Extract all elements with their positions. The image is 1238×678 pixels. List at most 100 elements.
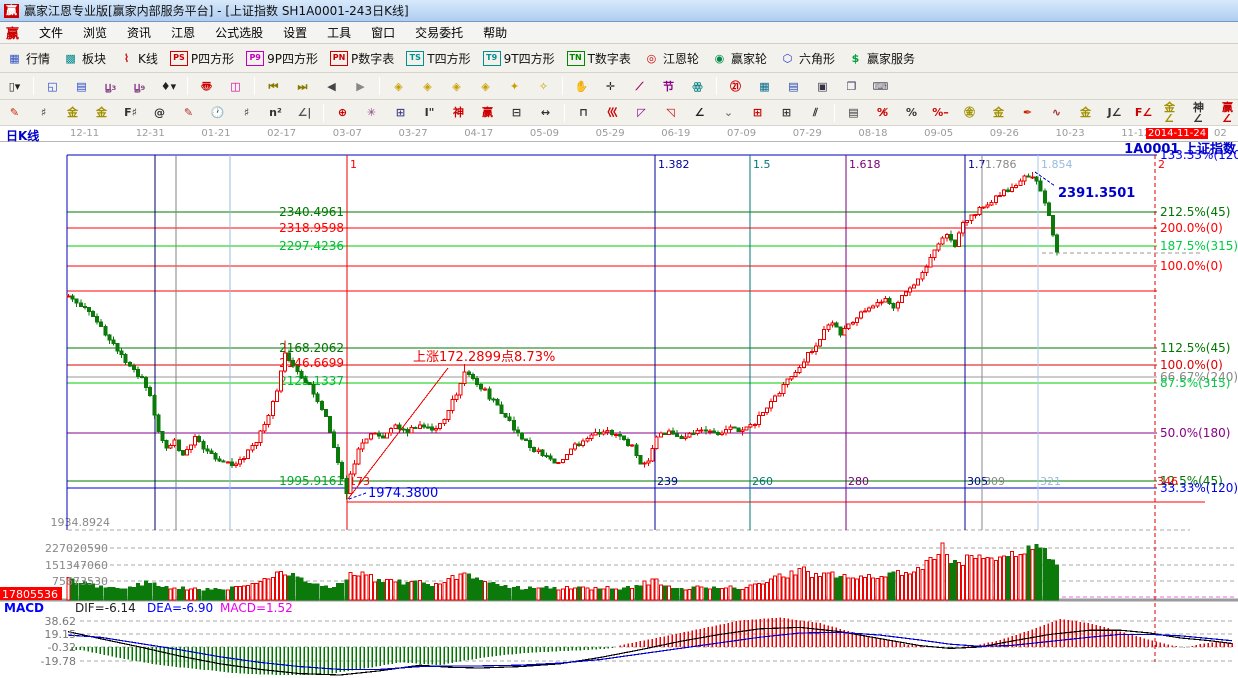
wave3-icon[interactable]: ꚏ₃ [96,76,125,97]
p-number-button[interactable]: PNP数字表 [324,47,400,70]
candle-style-dropdown[interactable]: ♦▾ [154,76,183,97]
percent-line-tool[interactable]: %– [926,102,955,123]
pattern-view-icon[interactable]: ◱ [38,76,67,97]
gold-hline-tool[interactable]: 金 [984,102,1013,123]
menu-item-8[interactable]: 交易委托 [405,21,473,44]
red-grid-tool[interactable]: ⊞ [743,102,772,123]
candle-body [373,433,376,434]
k-count-tool[interactable]: Ⅰ" [415,102,444,123]
menu-item-7[interactable]: 窗口 [361,21,405,44]
ruler-tool[interactable]: ♯ [232,102,261,123]
gann-wheel-button[interactable]: ◎江恩轮 [637,47,705,70]
parallel-lines-tool[interactable]: ⫽ [801,102,830,123]
j-angle-tool[interactable]: J∠ [1100,102,1129,123]
p-square-button[interactable]: PSP四方形 [164,47,240,70]
hexagon-button[interactable]: ⬡六角形 [773,47,841,70]
candle-body [921,272,924,279]
candle-body [345,478,348,493]
shift-left-diamond[interactable]: ◈ [384,76,413,97]
kline-button[interactable]: ⌇K线 [112,47,164,70]
calculator-button[interactable]: ▦ [750,76,779,97]
crosshair-tool[interactable]: ✛ [596,76,625,97]
brush-tool[interactable]: ✎ [0,102,29,123]
f-angle-tool[interactable]: F∠ [1129,102,1158,123]
star-tool[interactable]: ✳ [357,102,386,123]
expand-diamond[interactable]: ◈ [442,76,471,97]
compress-diamond[interactable]: ◈ [471,76,500,97]
shift-right-diamond[interactable]: ◈ [413,76,442,97]
t-number-button[interactable]: TNT数字表 [561,47,637,70]
menu-item-3[interactable]: 江恩 [161,21,205,44]
black-grid-tool[interactable]: ⊞ [772,102,801,123]
chart-style-dropdown[interactable]: ▯▾ [0,76,29,97]
measure-tool[interactable]: ⟋ [625,76,654,97]
ink-pen-tool[interactable]: ✒ [1013,102,1042,123]
ying-ruler-tool[interactable]: 赢 [473,102,502,123]
f-ruler-tool[interactable]: F♯ [116,102,145,123]
quote-button[interactable]: ▦行情 [0,47,56,70]
menu-item-2[interactable]: 资讯 [117,21,161,44]
frame-tool[interactable]: ⊓ [569,102,598,123]
pen-ruler-tool[interactable]: ✎ [174,102,203,123]
stats-bars-tool[interactable]: ▤ [839,102,868,123]
shen-ruler-tool[interactable]: 神 [444,102,473,123]
save-button[interactable]: ▣ [808,76,837,97]
t-square-button[interactable]: TST四方形 [400,47,476,70]
gold-ruler2-tool[interactable]: 金 [87,102,116,123]
gold-ruler-tool[interactable]: 金 [58,102,87,123]
time-cycle-tool[interactable]: 🕐 [203,102,232,123]
9t-square-button[interactable]: T99T四方形 [477,47,561,70]
spiral-tool[interactable]: @ [145,102,174,123]
gold-circle-tool[interactable]: ㊎ [955,102,984,123]
hand-tool[interactable]: ✋ [567,76,596,97]
calendar-button[interactable]: ㉑ [721,76,750,97]
menu-item-5[interactable]: 设置 [273,21,317,44]
remote-pc-button[interactable]: ⌨ [866,76,895,97]
v-wave-tool[interactable]: ⌄ [714,102,743,123]
trend-angle-tool[interactable]: ∠ [685,102,714,123]
gann-measure-tool[interactable]: 节 [654,76,683,97]
capture-button[interactable]: ❐ [837,76,866,97]
fan-square-tool[interactable]: ◹ [656,102,685,123]
star-grid-tool[interactable]: ⊞ [386,102,415,123]
percent-strike-tool[interactable]: %̸ [868,102,897,123]
menu-item-0[interactable]: 文件 [29,21,73,44]
menu-item-6[interactable]: 工具 [317,21,361,44]
9p-square-button[interactable]: P99P四方形 [240,47,324,70]
nav-first-button[interactable]: ⏮ [259,76,288,97]
ying-angle-tool[interactable]: 赢∠ [1216,102,1238,123]
gann-ruler-tool[interactable]: ♯ [29,102,58,123]
analysis-brain-icon[interactable]: ꙮ [683,76,712,97]
compass-tool[interactable]: ⊕ [328,102,357,123]
nav-last-button[interactable]: ⏭ [288,76,317,97]
candle-body [700,430,703,431]
number-grid-tool[interactable]: ⊟ [502,102,531,123]
span-arrow-tool[interactable]: ↔ [531,102,560,123]
winner-wheel-button[interactable]: ◉赢家轮 [705,47,773,70]
sector-button[interactable]: ▩板块 [56,47,112,70]
notes-button[interactable]: ▤ [779,76,808,97]
menu-item-1[interactable]: 浏览 [73,21,117,44]
wave9-icon[interactable]: ꚏ₉ [125,76,154,97]
service-button[interactable]: $赢家服务 [841,47,921,70]
percent-tool[interactable]: % [897,102,926,123]
title-bar[interactable]: 赢 赢家江恩专业版[赢家内部服务平台] - [上证指数 SH1A0001-243… [0,0,1238,22]
fan-lines-tool[interactable]: 巛 [598,102,627,123]
angle-mirror-tool[interactable]: ∠| [290,102,319,123]
n2-tool[interactable]: n² [261,102,290,123]
date-tick: 10-23 [1056,128,1085,139]
pattern-red-icon[interactable]: 〠 [192,76,221,97]
fan-box-tool[interactable]: ◸ [627,102,656,123]
gold-angle-tool[interactable]: 金∠ [1158,102,1187,123]
nav-next-button[interactable]: ▶ [346,76,375,97]
gold-band-tool[interactable]: 金 [1071,102,1100,123]
info-panel-icon[interactable]: ▤ [67,76,96,97]
menu-item-9[interactable]: 帮助 [473,21,517,44]
zoom-out-diamond[interactable]: ✦ [500,76,529,97]
nav-prev-button[interactable]: ◀ [317,76,346,97]
zoom-in-diamond[interactable]: ✧ [529,76,558,97]
menu-item-4[interactable]: 公式选股 [205,21,273,44]
volume-profile-icon[interactable]: ◫ [221,76,250,97]
shen-angle-tool[interactable]: 神∠ [1187,102,1216,123]
wave-band-tool[interactable]: ∿ [1042,102,1071,123]
